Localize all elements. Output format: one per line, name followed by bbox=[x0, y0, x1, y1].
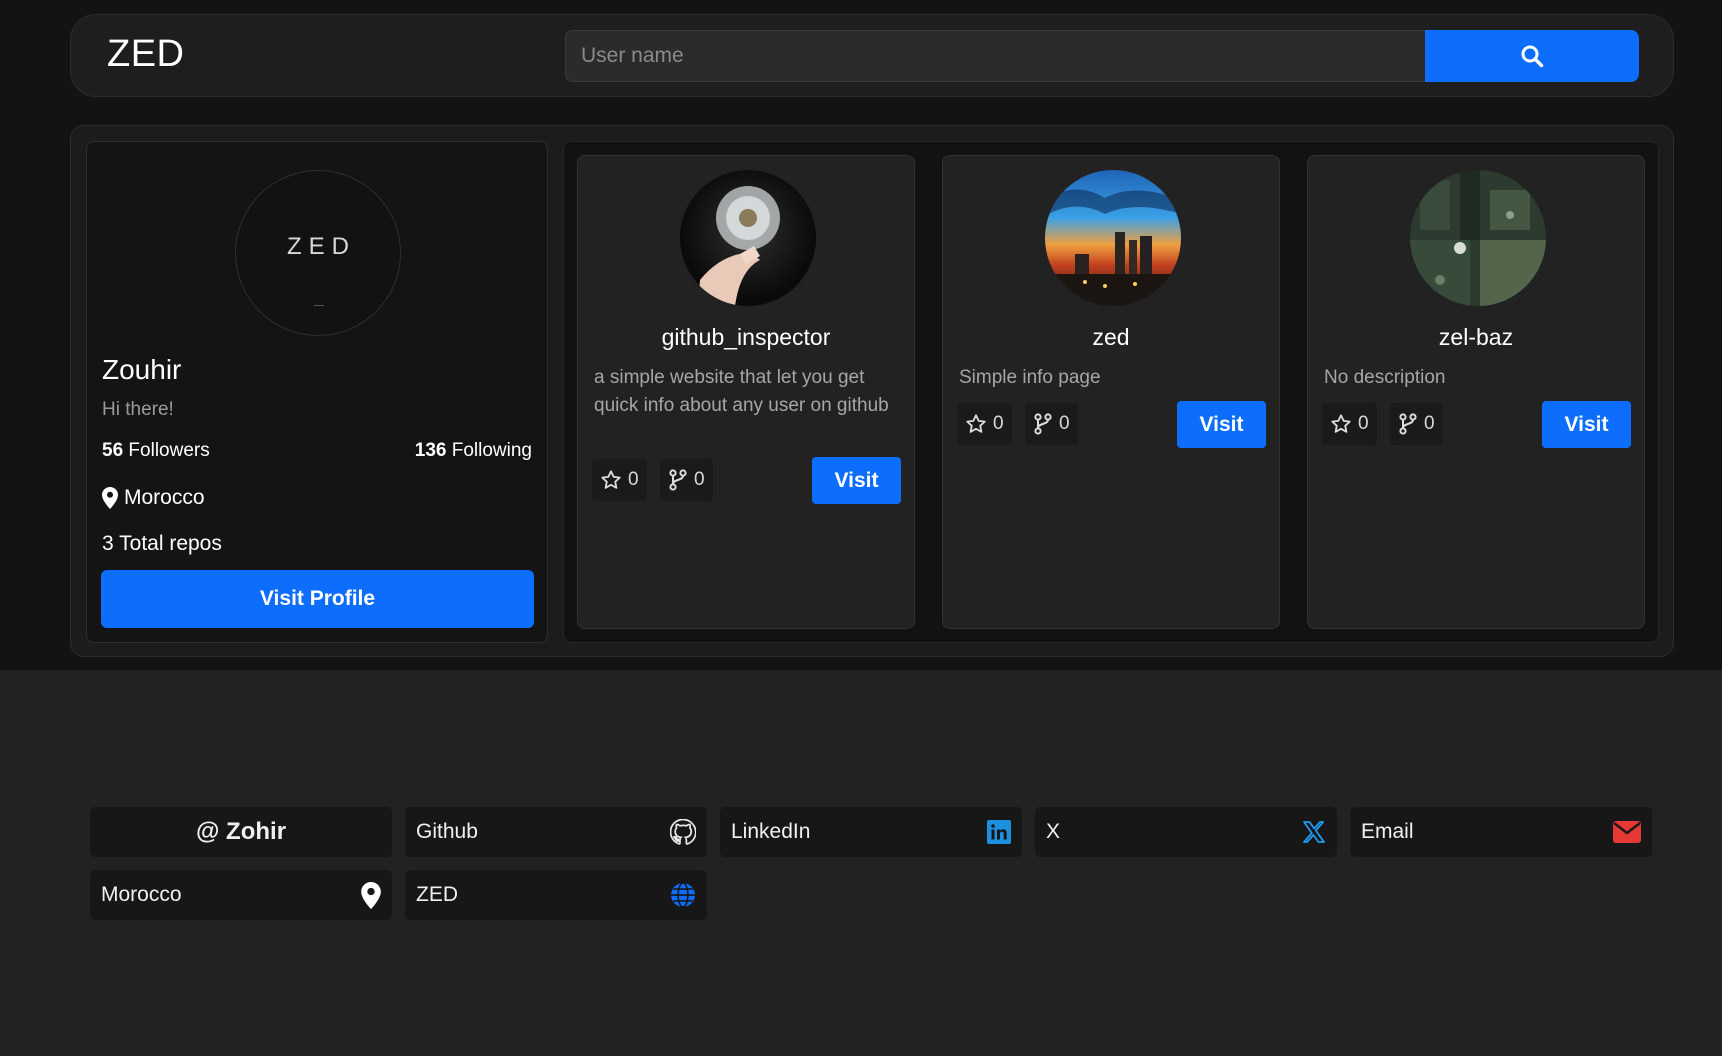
repo-name: zed bbox=[1092, 324, 1130, 350]
star-count: 0 bbox=[1322, 403, 1377, 445]
profile-location: Morocco bbox=[102, 486, 205, 510]
linkedin-icon bbox=[987, 820, 1011, 844]
star-count: 0 bbox=[592, 459, 647, 501]
map-pin-icon bbox=[102, 487, 118, 509]
repo-avatar bbox=[1045, 170, 1181, 306]
repo-description: No description bbox=[1324, 367, 1446, 388]
repo-name: github_inspector bbox=[661, 324, 831, 350]
location-link-label: Morocco bbox=[101, 883, 182, 906]
repo-description: Simple info page bbox=[959, 367, 1101, 388]
visit-repo-button[interactable]: Visit bbox=[1542, 401, 1631, 448]
visit-repo-button[interactable]: Visit bbox=[812, 457, 901, 504]
website-link[interactable]: ZED bbox=[405, 870, 707, 920]
linkedin-link[interactable]: LinkedIn bbox=[720, 807, 1022, 857]
website-link-label: ZED bbox=[416, 883, 458, 906]
linkedin-link-label: LinkedIn bbox=[731, 820, 811, 843]
x-link-label: X bbox=[1046, 820, 1061, 843]
x-link[interactable]: X bbox=[1035, 807, 1337, 857]
followers-count: 56 bbox=[102, 440, 124, 461]
location-link[interactable]: Morocco bbox=[90, 870, 392, 920]
repo-description: a simple website that let you get quick … bbox=[594, 367, 889, 416]
profile-card: ZED Zouhir Hi there! 56 Followers 136 Fo… bbox=[86, 141, 548, 643]
username-search-input[interactable] bbox=[565, 30, 1427, 82]
avatar: ZED bbox=[235, 170, 401, 336]
repos-panel: github_inspector a simple website that l… bbox=[563, 141, 1659, 643]
star-count-value: 0 bbox=[1358, 413, 1369, 434]
github-link-label: Github bbox=[416, 820, 478, 843]
star-icon bbox=[966, 414, 986, 433]
fork-count: 0 bbox=[1025, 403, 1078, 445]
git-fork-icon bbox=[1034, 413, 1052, 435]
github-icon bbox=[670, 819, 696, 845]
star-count-value: 0 bbox=[628, 469, 639, 490]
following-stat: 136 Following bbox=[415, 440, 532, 462]
repo-avatar bbox=[680, 170, 816, 306]
globe-icon bbox=[670, 882, 696, 908]
main-container: ZED Zouhir Hi there! 56 Followers 136 Fo… bbox=[70, 125, 1674, 657]
visit-profile-button[interactable]: Visit Profile bbox=[101, 570, 534, 628]
fork-count: 0 bbox=[660, 459, 713, 501]
repo-avatar bbox=[1410, 170, 1546, 306]
profile-name: Zouhir bbox=[102, 354, 182, 385]
email-link-label: Email bbox=[1361, 820, 1414, 843]
star-icon bbox=[601, 470, 621, 489]
git-fork-icon bbox=[669, 469, 687, 491]
x-logo-icon bbox=[1302, 820, 1326, 844]
star-icon bbox=[1331, 414, 1351, 433]
github-link[interactable]: Github bbox=[405, 807, 707, 857]
avatar-decoration bbox=[314, 305, 324, 306]
profile-bio: Hi there! bbox=[102, 399, 174, 420]
avatar-text: ZED bbox=[287, 233, 356, 260]
star-count: 0 bbox=[957, 403, 1012, 445]
star-count-value: 0 bbox=[993, 413, 1004, 434]
fork-count-value: 0 bbox=[1059, 413, 1070, 434]
fork-count-value: 0 bbox=[694, 469, 705, 490]
handle-link[interactable]: @ Zohir bbox=[90, 807, 392, 857]
following-count: 136 bbox=[414, 440, 447, 461]
search-icon bbox=[1521, 45, 1544, 68]
repo-card: zed Simple info page 0 0 Visit bbox=[942, 155, 1280, 629]
git-fork-icon bbox=[1399, 413, 1417, 435]
header-bar: ZED bbox=[70, 14, 1674, 97]
email-link[interactable]: Email bbox=[1350, 807, 1652, 857]
map-pin-icon bbox=[361, 881, 381, 909]
repo-card: zel-baz No description 0 0 Visit bbox=[1307, 155, 1645, 629]
fork-count: 0 bbox=[1390, 403, 1443, 445]
followers-stat: 56 Followers bbox=[102, 440, 210, 462]
following-label: Following bbox=[451, 440, 532, 461]
app-logo: ZED bbox=[107, 33, 185, 75]
location-text: Morocco bbox=[124, 486, 205, 509]
repo-card: github_inspector a simple website that l… bbox=[577, 155, 915, 629]
envelope-icon bbox=[1613, 821, 1641, 843]
repo-name: zel-baz bbox=[1438, 324, 1514, 350]
search-button[interactable] bbox=[1425, 30, 1639, 82]
followers-label: Followers bbox=[128, 440, 210, 461]
visit-repo-button[interactable]: Visit bbox=[1177, 401, 1266, 448]
fork-count-value: 0 bbox=[1424, 413, 1435, 434]
total-repos: 3 Total repos bbox=[102, 532, 222, 555]
